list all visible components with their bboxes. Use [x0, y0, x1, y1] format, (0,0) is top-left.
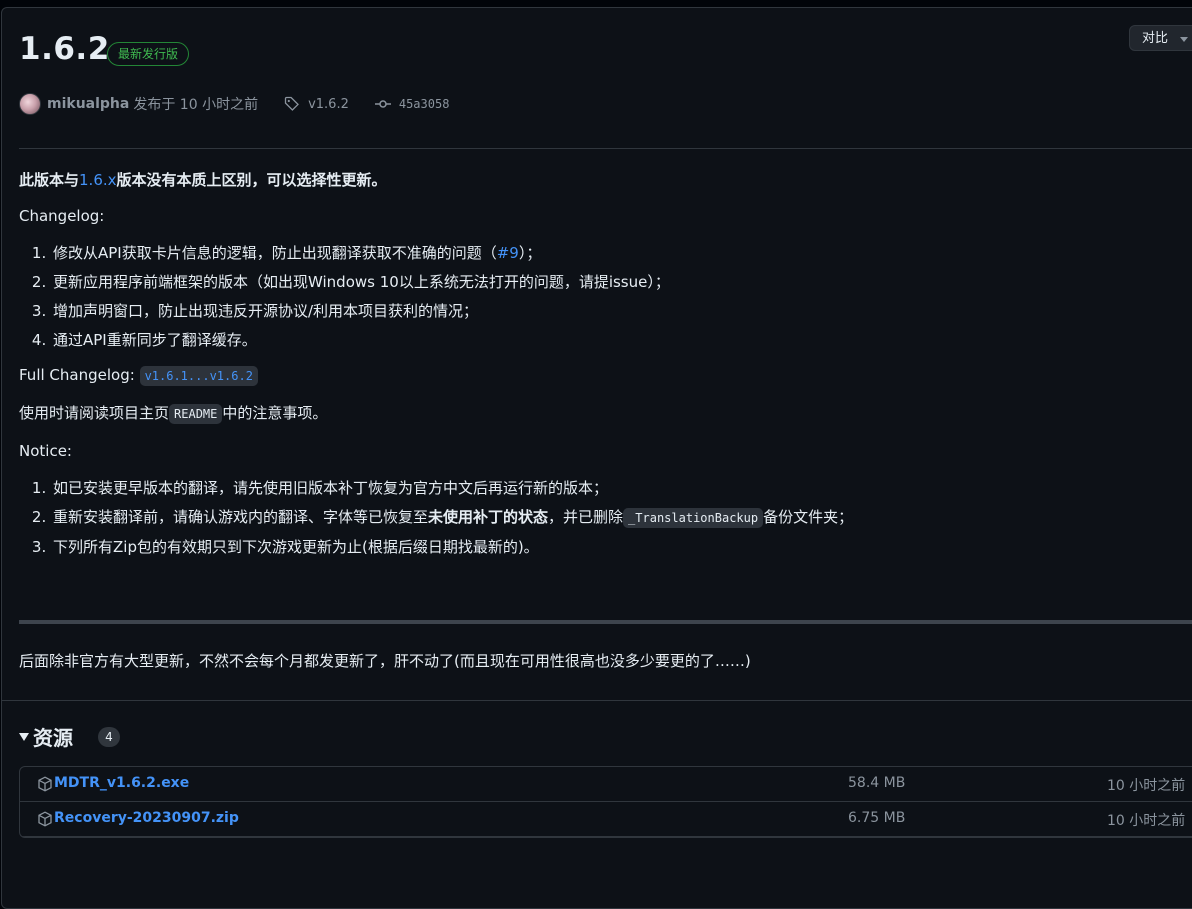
published-time: 发布于 10 小时之前 [133, 97, 259, 113]
intro-prefix: 此版本与 [19, 171, 80, 189]
intro-suffix: 版本没有本质上区别，可以选择性更新。 [116, 171, 387, 189]
intro-version-link[interactable]: 1.6.x [79, 171, 117, 189]
chevron-down-icon [1180, 37, 1188, 42]
assets-count-badge: 4 [98, 726, 120, 747]
compare-link[interactable]: v1.6.1...v1.6.2 [139, 366, 258, 386]
footer-note: 后面除非官方有大型更新，不然不会每个月都发更新了，肝不动了(而且现在可用性很高也… [19, 652, 751, 670]
asset-size: 6.75 MB [848, 810, 906, 826]
list-item: 如已安装更早版本的翻译，请先使用旧版本补丁恢复为官方中文后再运行新的版本； [51, 474, 1179, 503]
table-row: MDTR_v1.6.2.exe 58.4 MB 10 小时之前 [20, 767, 1192, 802]
intro-line: 此版本与1.6.x版本没有本质上区别，可以选择性更新。 [19, 166, 1179, 195]
horizontal-rule [19, 620, 1192, 624]
notice-list: 如已安装更早版本的翻译，请先使用旧版本补丁恢复为官方中文后再运行新的版本； 重新… [19, 474, 1179, 562]
avatar[interactable] [19, 93, 41, 115]
assets-toggle[interactable]: 资源 4 [19, 722, 120, 751]
changelog-heading: Changelog: [19, 207, 105, 225]
tag-icon [284, 96, 299, 111]
readme-suffix: 中的注意事项。 [222, 404, 328, 422]
list-item: 修改从API获取卡片信息的逻辑，防止出现翻译获取不准确的问题（#9）； [51, 239, 1179, 268]
commit-hash: 45a3058 [398, 97, 450, 111]
asset-time: 10 小时之前 [1107, 778, 1186, 794]
backup-folder-code: _TranslationBackup [623, 508, 764, 528]
compare-label: 对比 [1142, 31, 1169, 46]
latest-release-badge: 最新发行版 [107, 42, 190, 66]
readme-line: 使用时请阅读项目主页 README 中的注意事项。 [19, 399, 1179, 429]
asset-link[interactable]: Recovery-20230907.zip [54, 810, 239, 826]
readme-prefix: 使用时请阅读项目主页 [19, 404, 170, 422]
release-notes: 此版本与1.6.x版本没有本质上区别，可以选择性更新。 Changelog: 修… [19, 160, 1179, 568]
full-changelog-line: Full Changelog: v1.6.1...v1.6.2 [19, 361, 1179, 391]
notice-heading: Notice: [19, 442, 72, 460]
header-divider [19, 148, 1192, 149]
package-icon [38, 811, 52, 827]
notice-item-2-bold: 未使用补丁的状态 [428, 508, 549, 526]
tag-name: v1.6.2 [308, 96, 349, 112]
changelog-item-1-text: 修改从API获取卡片信息的逻辑，防止出现翻译获取不准确的问题（ [53, 244, 497, 262]
assets-divider [2, 700, 1192, 701]
list-item: 重新安装翻译前，请确认游戏内的翻译、字体等已恢复至未使用补丁的状态，并已删除_T… [51, 503, 1179, 533]
table-row: Recovery-20230907.zip 6.75 MB 10 小时之前 [20, 802, 1192, 837]
notice-item-2-mid: ，并已删除 [548, 508, 624, 526]
list-item: 下列所有Zip包的有效期只到下次游戏更新为止(根据后缀日期找最新的)。 [51, 533, 1179, 562]
asset-size: 58.4 MB [848, 775, 906, 791]
changelog-item-1-tail: ）； [518, 244, 542, 262]
asset-time: 10 小时之前 [1107, 813, 1186, 829]
list-item: 更新应用程序前端框架的版本（如出现Windows 10以上系统无法打开的问题，请… [51, 268, 1179, 297]
list-item: 增加声明窗口，防止出现违反开源协议/利用本项目获利的情况； [51, 297, 1179, 326]
commit-link[interactable]: 45a3058 [374, 96, 450, 112]
notice-item-2-suffix: 备份文件夹； [763, 508, 854, 526]
compare-button[interactable]: 对比 [1129, 25, 1192, 51]
assets-list: MDTR_v1.6.2.exe 58.4 MB 10 小时之前 Recovery… [19, 766, 1192, 838]
full-changelog-label: Full Changelog: [19, 366, 135, 384]
list-item: 通过API重新同步了翻译缓存。 [51, 326, 1179, 355]
assets-title: 资源 [33, 726, 73, 750]
release-title[interactable]: 1.6.2 [19, 31, 110, 67]
author-link[interactable]: mikualpha [47, 96, 129, 112]
issue-link[interactable]: #9 [497, 244, 519, 262]
release-meta: mikualpha 发布于 10 小时之前 v1.6.2 45a3058 [19, 93, 449, 115]
triangle-down-icon [19, 732, 29, 741]
tag-link[interactable]: v1.6.2 [284, 96, 349, 112]
asset-link[interactable]: MDTR_v1.6.2.exe [54, 775, 189, 791]
package-icon [38, 776, 52, 792]
readme-code: README [169, 404, 223, 424]
release-header: 1.6.2 最新发行版 对比 mikualpha 发布于 10 小时之前 v1.… [2, 8, 1192, 150]
changelog-list: 修改从API获取卡片信息的逻辑，防止出现翻译获取不准确的问题（#9）； 更新应用… [19, 239, 1179, 355]
git-commit-icon [374, 100, 391, 108]
notice-item-2-prefix: 重新安装翻译前，请确认游戏内的翻译、字体等已恢复至 [53, 508, 429, 526]
release-card: 1.6.2 最新发行版 对比 mikualpha 发布于 10 小时之前 v1.… [1, 7, 1192, 909]
